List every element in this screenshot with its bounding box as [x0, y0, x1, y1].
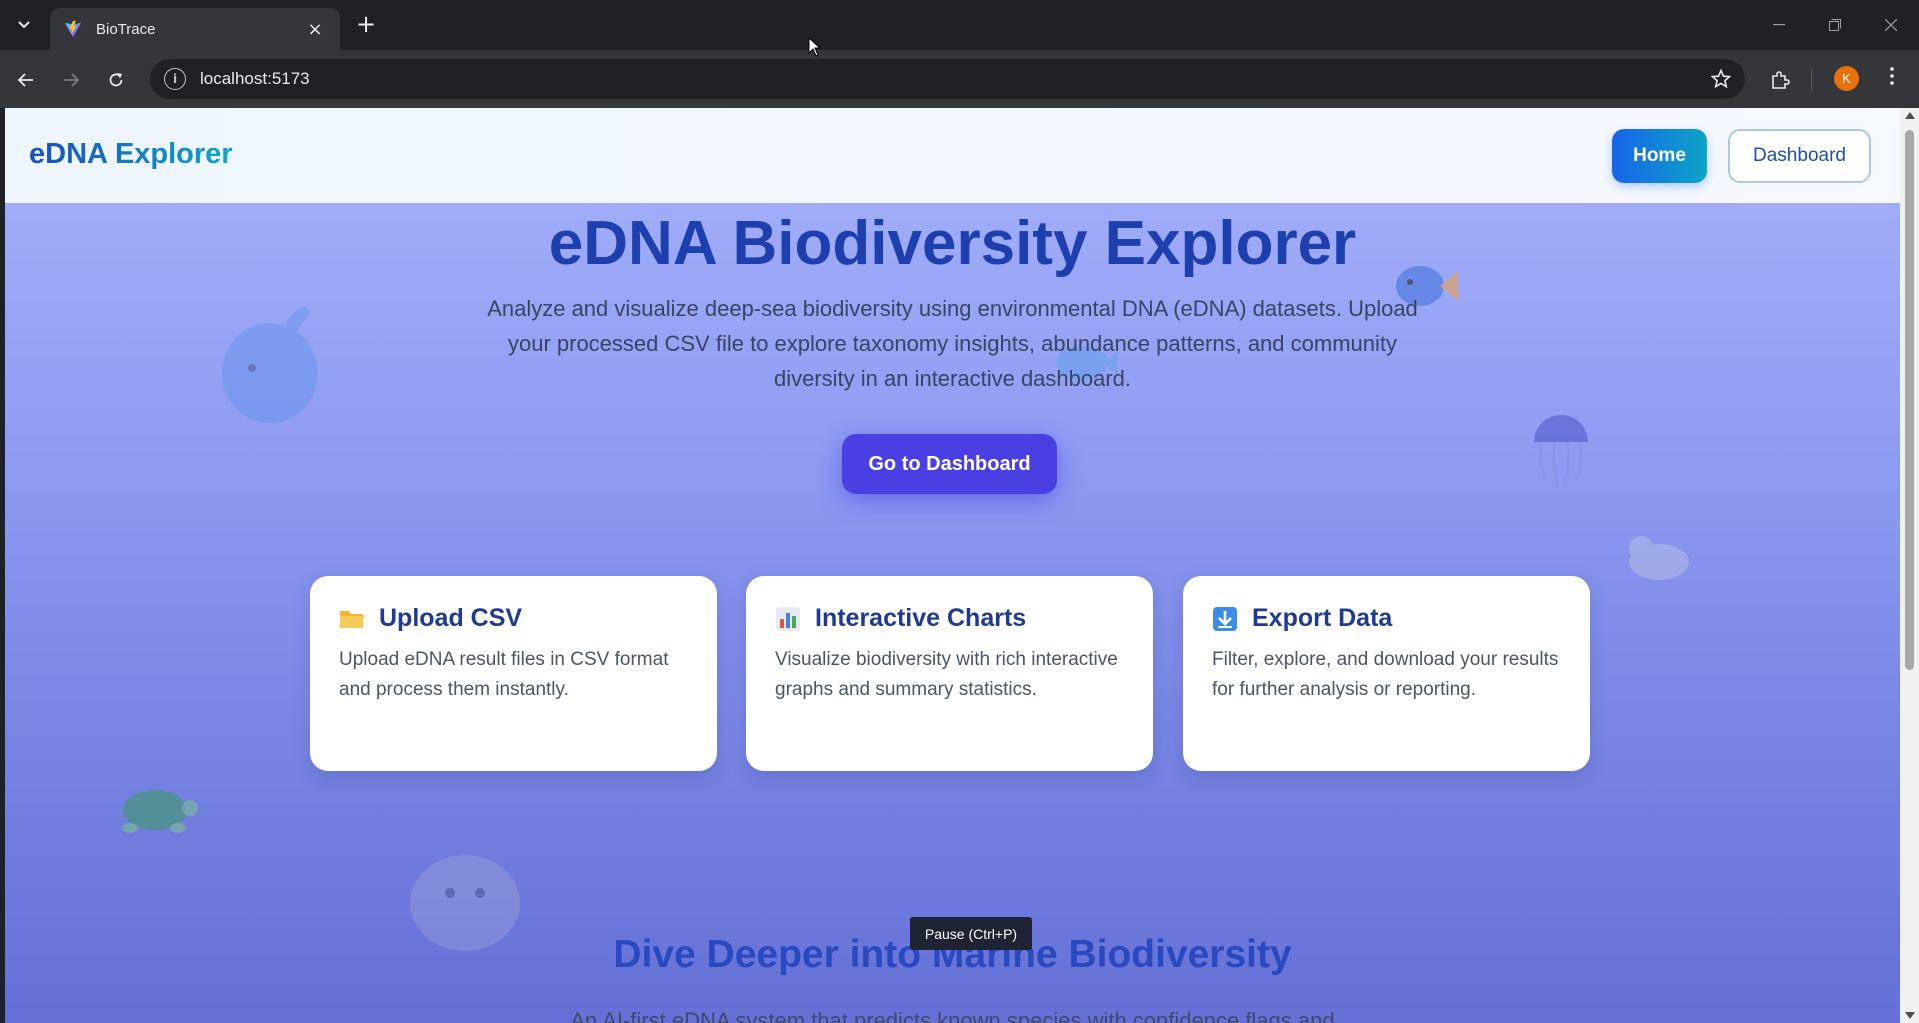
- feature-card-charts: Interactive Charts Visualize biodiversit…: [746, 576, 1153, 771]
- scroll-up-arrow-icon[interactable]: [1905, 112, 1915, 119]
- home-button[interactable]: Home: [1612, 129, 1707, 183]
- hero-title: eDNA Biodiversity Explorer: [548, 209, 1357, 278]
- section-subtitle: An AI-first eDNA system that predicts kn…: [570, 1008, 1335, 1023]
- go-to-dashboard-button[interactable]: Go to Dashboard: [842, 434, 1057, 494]
- vite-logo-icon: [64, 20, 82, 38]
- feature-text: Visualize biodiversity with rich interac…: [775, 649, 1118, 700]
- scroll-thumb[interactable]: [1905, 130, 1914, 670]
- page-viewport: eDNA Explorer Home Dashboard eDNA Biodiv…: [5, 108, 1900, 1023]
- feature-title: Upload CSV: [379, 604, 523, 632]
- feature-text: Upload eDNA result files in CSV format a…: [339, 649, 669, 700]
- browser-tab-bar: BioTrace × +: [0, 0, 1919, 50]
- window-controls: [1751, 0, 1919, 50]
- brand-logo[interactable]: eDNA Explorer: [29, 138, 233, 171]
- mouse-pointer-icon: [808, 37, 822, 57]
- reload-button[interactable]: [101, 65, 131, 95]
- back-button[interactable]: [11, 65, 41, 95]
- close-tab-icon[interactable]: ×: [304, 19, 326, 40]
- jellyfish-decoration-icon: [1534, 415, 1588, 485]
- puzzle-icon: [1772, 71, 1790, 89]
- site-navbar: eDNA Explorer Home Dashboard: [5, 108, 1900, 203]
- bar-chart-icon: [775, 606, 801, 632]
- seal-decoration-icon: [1629, 536, 1689, 580]
- restore-button[interactable]: [1807, 0, 1863, 50]
- profile-avatar[interactable]: K: [1834, 66, 1859, 91]
- more-vertical-icon: [1890, 67, 1894, 85]
- download-icon: [1212, 606, 1238, 632]
- tab-title: BioTrace: [96, 20, 156, 38]
- browser-tab[interactable]: BioTrace ×: [50, 8, 340, 50]
- site-info-icon[interactable]: i: [164, 68, 186, 90]
- forward-button[interactable]: [56, 65, 86, 95]
- chevron-down-icon: [18, 21, 30, 29]
- close-window-button[interactable]: [1863, 0, 1919, 50]
- browser-toolbar: i localhost:5173: [0, 50, 1919, 108]
- reload-icon: [109, 73, 123, 87]
- feature-title: Interactive Charts: [815, 604, 1027, 632]
- hero-description: Analyze and visualize deep-sea biodivers…: [487, 296, 1418, 391]
- browser-menu-button[interactable]: [1882, 64, 1902, 92]
- media-tooltip: Pause (Ctrl+P): [910, 917, 1032, 950]
- restore-icon: [1829, 19, 1841, 31]
- close-icon: [1885, 19, 1897, 31]
- new-tab-button[interactable]: +: [352, 12, 380, 38]
- arrow-right-icon: [64, 73, 79, 87]
- whale-decoration-icon: [222, 307, 318, 423]
- page-scrollbar[interactable]: [1900, 108, 1919, 1023]
- extensions-button[interactable]: [1766, 66, 1794, 94]
- arrow-left-icon: [18, 73, 33, 87]
- feature-text: Filter, explore, and download your resul…: [1212, 649, 1559, 700]
- address-bar[interactable]: i localhost:5173: [150, 59, 1745, 99]
- dashboard-nav-button[interactable]: Dashboard: [1728, 129, 1871, 183]
- minimize-button[interactable]: [1751, 0, 1807, 50]
- minimize-icon: [1773, 24, 1785, 26]
- bookmark-star-icon[interactable]: [1711, 69, 1731, 89]
- scroll-down-arrow-icon[interactable]: [1905, 1012, 1915, 1019]
- url-text[interactable]: localhost:5173: [200, 69, 1711, 89]
- feature-card-export: Export Data Filter, explore, and downloa…: [1183, 576, 1590, 771]
- feature-card-upload: Upload CSV Upload eDNA result files in C…: [310, 576, 717, 771]
- folder-icon: [339, 606, 365, 632]
- toolbar-divider: [1811, 70, 1812, 90]
- tab-search-button[interactable]: [10, 12, 38, 38]
- turtle-decoration-icon: [122, 790, 198, 833]
- feature-title: Export Data: [1252, 604, 1393, 632]
